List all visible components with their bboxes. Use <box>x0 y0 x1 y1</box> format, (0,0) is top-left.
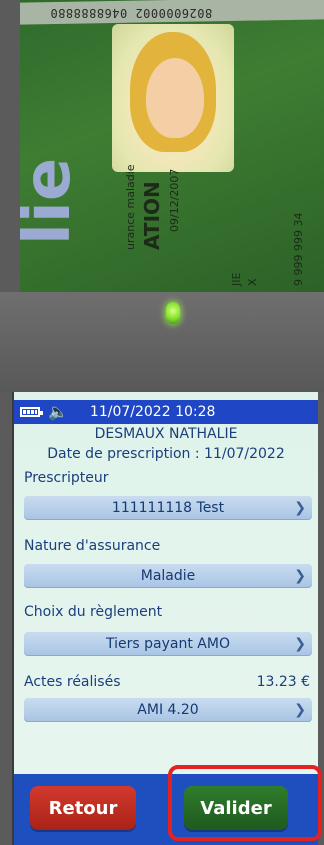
retour-button[interactable]: Retour <box>30 786 136 830</box>
card-text-4: JIE <box>230 272 243 286</box>
reglement-value: Tiers payant AMO <box>106 636 230 652</box>
actes-label: Actes réalisés <box>24 674 121 690</box>
nature-assurance-select[interactable]: Maladie ❯ <box>24 564 312 588</box>
card-portrait <box>112 24 234 172</box>
prescripteur-value: 111111118 Test <box>111 500 225 516</box>
card-number: 8026000002 0468888880 <box>50 6 213 20</box>
actes-amount: 13.23 € <box>256 674 310 690</box>
card-text-1: urance maladie <box>124 164 137 250</box>
reglement-label: Choix du règlement <box>24 604 163 620</box>
portrait-face <box>146 58 204 138</box>
battery-icon <box>20 407 43 417</box>
chevron-right-icon: ❯ <box>294 636 306 652</box>
reader-body <box>0 292 324 392</box>
status-bar: 🔈 11/07/2022 10:28 <box>14 400 318 424</box>
patient-name: DESMAUX NATHALIE <box>94 426 238 442</box>
card-text-6: 9 999 999 34 <box>292 212 305 286</box>
status-led-icon <box>166 302 180 324</box>
card-text-5: X <box>246 278 259 286</box>
chevron-right-icon: ❯ <box>294 568 306 584</box>
card-text-2: ATION <box>140 181 164 250</box>
chevron-right-icon: ❯ <box>294 702 306 718</box>
reglement-select[interactable]: Tiers payant AMO ❯ <box>24 632 312 656</box>
health-card-photo: 8026000002 0468888880 lie urance maladie… <box>20 0 324 292</box>
actes-value: AMI 4.20 <box>137 702 199 718</box>
valider-highlight <box>168 765 322 841</box>
nature-assurance-label: Nature d'assurance <box>24 538 161 554</box>
prescripteur-label: Prescripteur <box>24 470 109 486</box>
card-big-text: lie <box>20 157 85 245</box>
nature-assurance-value: Maladie <box>140 568 196 584</box>
card-text-3: 09/12/2007 <box>168 168 181 232</box>
prescripteur-select[interactable]: 111111118 Test ❯ <box>24 496 312 520</box>
prescription-date: Date de prescription : 11/07/2022 <box>47 446 285 462</box>
actes-select[interactable]: AMI 4.20 ❯ <box>24 698 312 722</box>
speaker-icon: 🔈 <box>48 402 68 421</box>
chevron-right-icon: ❯ <box>294 500 306 516</box>
status-datetime: 11/07/2022 10:28 <box>89 404 216 420</box>
